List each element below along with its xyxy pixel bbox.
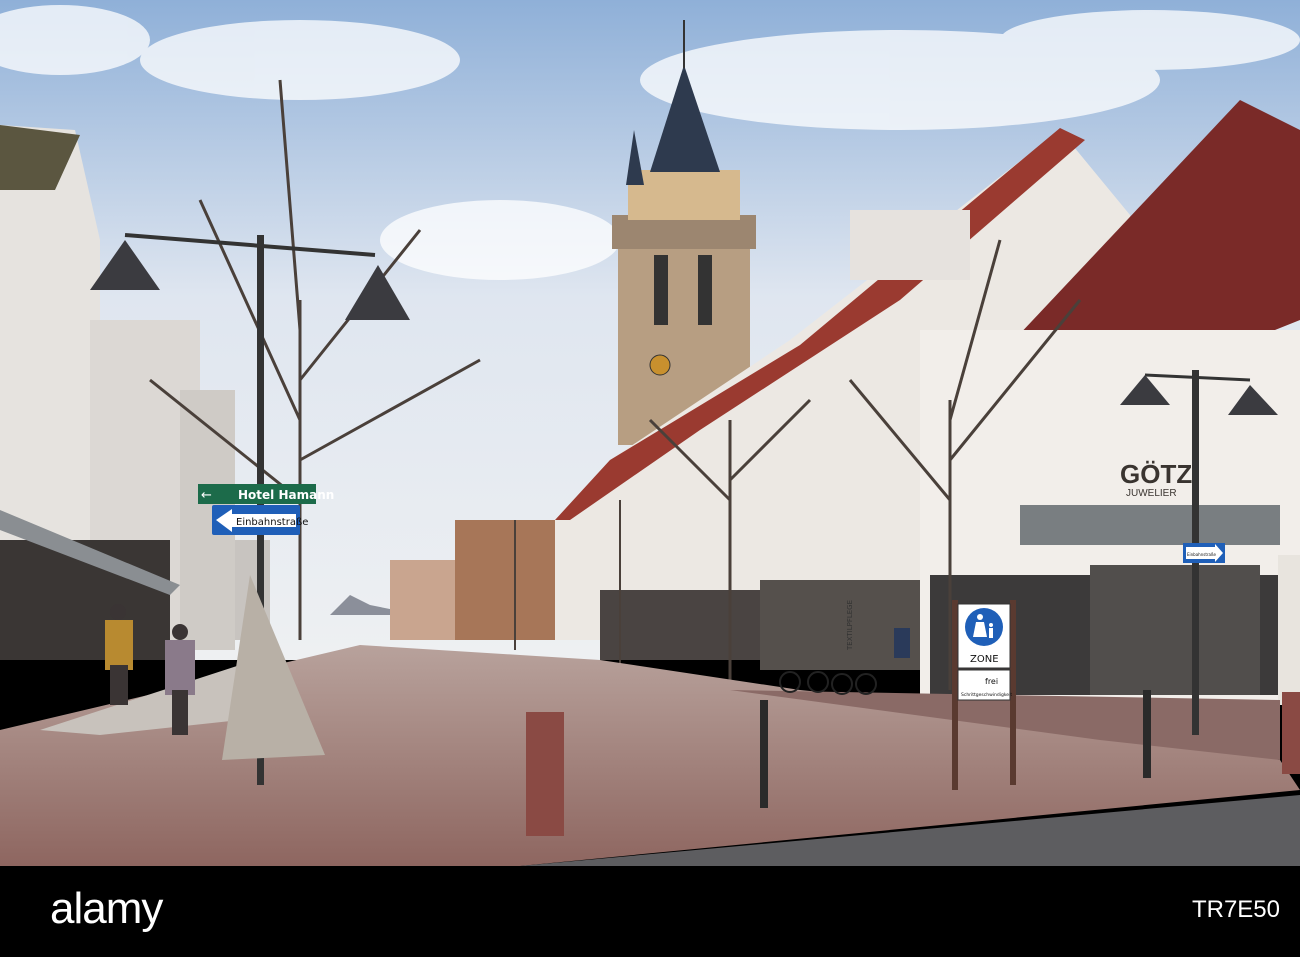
hotel-direction-sign: ← Hotel Hamann: [198, 484, 334, 504]
watermark-bar: alamy TR7E50: [0, 866, 1300, 957]
watermark-brand: alamy: [50, 884, 163, 933]
bollard: [760, 700, 768, 808]
zone-text: ZONE: [970, 654, 999, 665]
bollard: [1282, 692, 1300, 774]
street-scene: GÖTZ JUWELIER TEXTILPFLEGE ← Hotel Haman…: [0, 0, 1300, 866]
bollard: [1143, 690, 1151, 778]
hotel-arrow-icon: ←: [201, 488, 212, 503]
watermark-image-code: TR7E50: [1191, 896, 1280, 923]
shop-name: GÖTZ: [1120, 459, 1192, 489]
shop-type: JUWELIER: [1126, 488, 1177, 499]
clock-icon: [649, 354, 671, 376]
one-way-sign-right: Einbahnstraße: [1183, 543, 1225, 563]
hotel-sign-text: Hotel Hamann: [238, 488, 334, 502]
textile-shop-sign: TEXTILPFLEGE: [846, 600, 854, 651]
zone-sub-bottom: Schrittgeschwindigkeit: [961, 692, 1012, 698]
bollard: [526, 712, 564, 836]
one-way-right-text: Einbahnstraße: [1187, 552, 1217, 557]
one-way-left-text: Einbahnstraße: [236, 517, 308, 528]
zone-sub-top: frei: [985, 677, 998, 686]
one-way-sign-left: Einbahnstraße: [212, 505, 308, 535]
bicycles: [779, 671, 877, 695]
